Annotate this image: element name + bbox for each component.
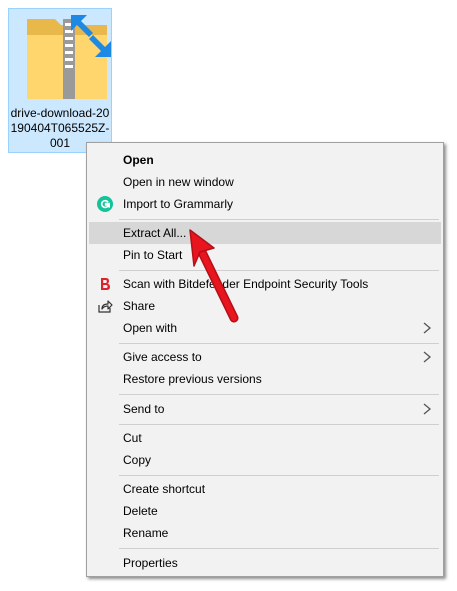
menu-item-label: Pin to Start: [123, 248, 183, 262]
menu-item-open-with[interactable]: Open with: [89, 317, 441, 339]
chevron-right-icon: [423, 322, 432, 334]
grammarly-icon: [97, 196, 113, 212]
context-menu: Open Open in new window Import to Gramma…: [86, 142, 444, 577]
menu-item-label: Give access to: [123, 350, 202, 364]
menu-item-extract-all[interactable]: Extract All...: [89, 222, 441, 244]
menu-item-label: Restore previous versions: [123, 372, 262, 386]
menu-item-label: Copy: [123, 453, 152, 467]
menu-item-properties[interactable]: Properties: [89, 552, 441, 574]
menu-item-label: Send to: [123, 402, 165, 416]
menu-item-label: Share: [123, 299, 156, 313]
menu-item-label: Delete: [123, 504, 158, 518]
menu-item-label: Cut: [123, 431, 142, 445]
menu-item-give-access[interactable]: Give access to: [89, 346, 441, 368]
menu-separator: [119, 343, 439, 344]
menu-item-open[interactable]: Open: [89, 149, 441, 171]
menu-item-label: Rename: [123, 526, 169, 540]
bitdefender-icon: [101, 278, 110, 290]
menu-item-create-shortcut[interactable]: Create shortcut: [89, 478, 441, 500]
chevron-right-icon: [423, 403, 432, 415]
menu-item-label: Create shortcut: [123, 482, 206, 496]
desktop-file-item[interactable]: drive-download-20190404T065525Z-001: [8, 8, 112, 153]
menu-separator: [119, 270, 439, 271]
menu-item-scan-bitdefender[interactable]: Scan with Bitdefender Endpoint Security …: [89, 273, 441, 295]
menu-item-label: Properties: [123, 556, 178, 570]
menu-item-cut[interactable]: Cut: [89, 427, 441, 449]
menu-item-rename[interactable]: Rename: [89, 522, 441, 544]
menu-item-pin-to-start[interactable]: Pin to Start: [89, 244, 441, 266]
menu-item-delete[interactable]: Delete: [89, 500, 441, 522]
menu-item-label: Open with: [123, 321, 178, 335]
menu-item-copy[interactable]: Copy: [89, 449, 441, 471]
chevron-right-icon: [423, 351, 432, 363]
menu-separator: [119, 424, 439, 425]
menu-item-label: Open in new window: [123, 175, 234, 189]
menu-item-import-grammarly[interactable]: Import to Grammarly: [89, 193, 441, 215]
menu-item-send-to[interactable]: Send to: [89, 398, 441, 420]
menu-item-label: Scan with Bitdefender Endpoint Security …: [123, 277, 369, 291]
zip-folder-icon: [27, 15, 111, 99]
menu-item-label: Import to Grammarly: [123, 197, 234, 211]
menu-item-restore-previous[interactable]: Restore previous versions: [89, 368, 441, 390]
menu-separator: [119, 475, 439, 476]
share-icon: [98, 300, 113, 313]
menu-item-open-new-window[interactable]: Open in new window: [89, 171, 441, 193]
menu-separator: [119, 548, 439, 549]
menu-separator: [119, 394, 439, 395]
menu-item-share[interactable]: Share: [89, 295, 441, 317]
menu-separator: [119, 219, 439, 220]
menu-item-label: Extract All...: [123, 226, 187, 240]
menu-item-label: Open: [123, 153, 154, 167]
